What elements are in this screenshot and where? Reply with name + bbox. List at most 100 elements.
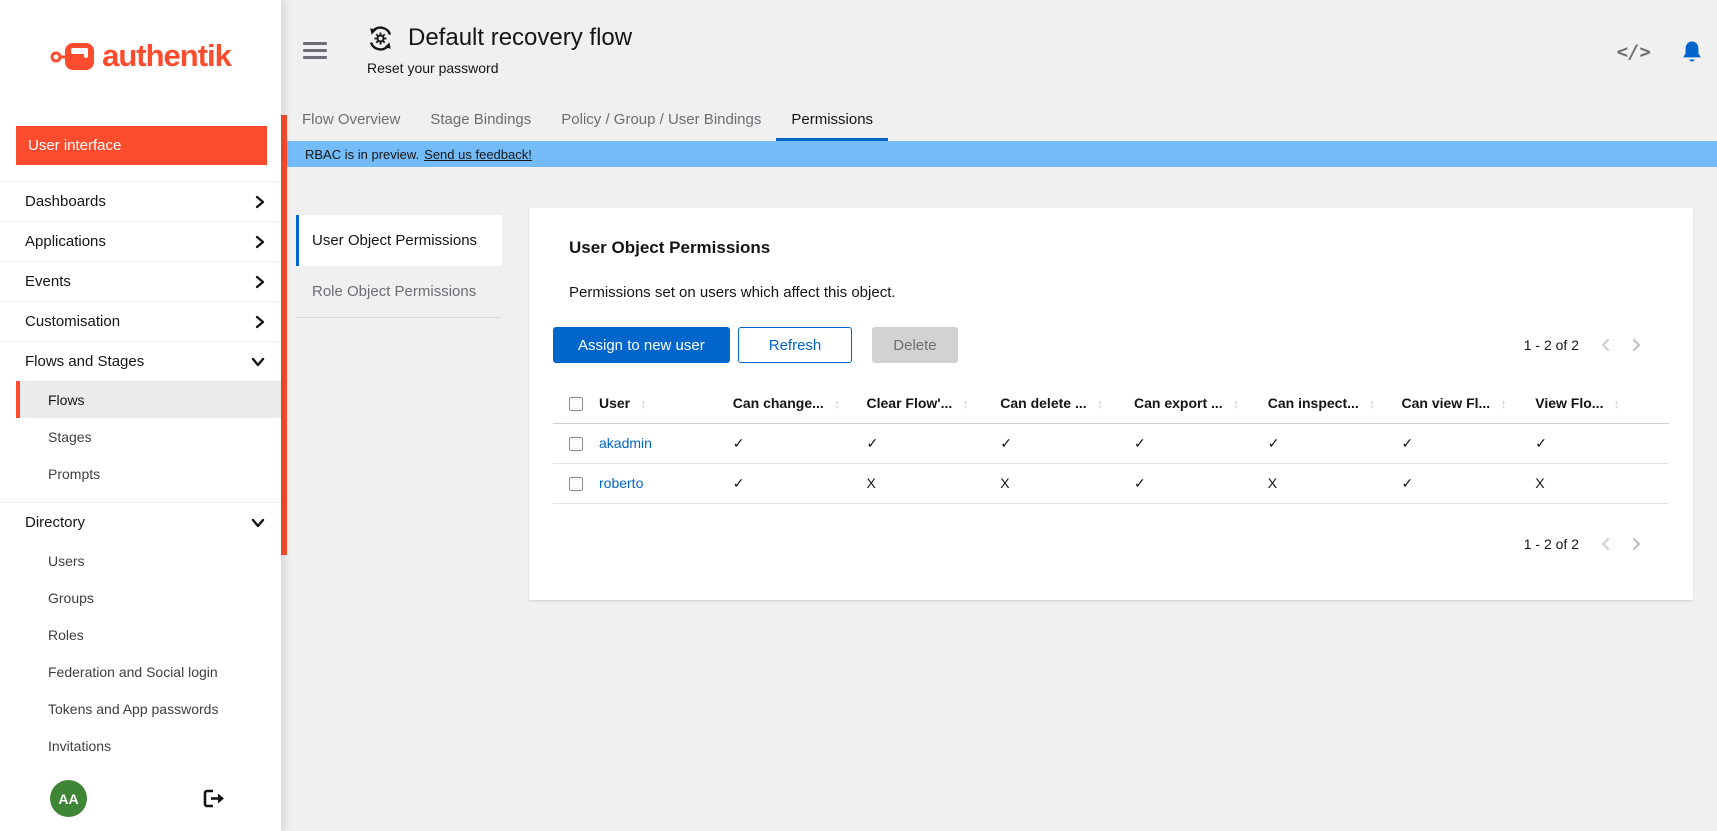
column-header-can-change: Can change...↕ [733,383,867,423]
sidebar-item-stages[interactable]: Stages [0,418,281,455]
pagination-bottom-wrap: 1 - 2 of 2 [553,536,1669,552]
sidebar-user-row: AA [0,780,281,831]
sidebar-item-tokens-app-passwords[interactable]: Tokens and App passwords [0,690,281,727]
sidebar-item-label: Directory [25,514,85,531]
chevron-right-icon [255,275,265,289]
hamburger-menu-button[interactable] [303,42,327,63]
pagination-bottom: 1 - 2 of 2 [1524,536,1669,552]
subtab-role-object-permissions[interactable]: Role Object Permissions [296,266,502,318]
refresh-button[interactable]: Refresh [738,327,853,363]
delete-button[interactable]: Delete [872,327,957,363]
sort-icon[interactable]: ↕ [1369,396,1376,411]
card-description: Permissions set on users which affect th… [569,284,1669,301]
sidebar-item-applications[interactable]: Applications [0,221,281,261]
code-icon: </> [1617,41,1651,63]
user-link[interactable]: roberto [599,475,643,491]
sidebar: authentik User interface Dashboards Appl… [0,0,281,831]
user-object-permissions-card: User Object Permissions Permissions set … [529,208,1693,600]
bell-icon [1681,40,1703,65]
tab-policy-group-user-bindings[interactable]: Policy / Group / User Bindings [546,100,776,141]
chevron-left-icon [1601,537,1610,551]
select-all-checkbox[interactable] [569,397,583,411]
authentik-logo: authentik [0,0,281,112]
pagination-prev-button[interactable] [1601,338,1610,352]
sort-icon[interactable]: ↕ [962,396,969,411]
masthead-icons: </> [1617,40,1703,65]
feedback-link[interactable]: Send us feedback! [424,147,532,162]
assign-to-new-user-button[interactable]: Assign to new user [553,327,730,363]
row-checkbox[interactable] [569,437,583,451]
sidebar-item-invitations[interactable]: Invitations [0,727,281,764]
permission-cell: ✓ [733,463,867,503]
pagination-prev-button[interactable] [1601,537,1610,551]
chevron-right-icon [255,195,265,209]
pagination-next-button[interactable] [1632,537,1641,551]
banner-text: RBAC is in preview. [305,147,419,162]
authentik-key-icon [50,38,96,74]
pagination-label: 1 - 2 of 2 [1524,536,1579,552]
user-link[interactable]: akadmin [599,435,652,451]
sidebar-item-label: Dashboards [25,193,106,210]
page-title-block: Default recovery flow Reset your passwor… [367,24,632,76]
notifications-button[interactable] [1681,40,1703,65]
permission-cell: ✓ [1134,463,1268,503]
row-checkbox[interactable] [569,477,583,491]
column-header-can-inspect: Can inspect...↕ [1268,383,1402,423]
column-header-can-view: Can view Fl...↕ [1402,383,1536,423]
user-interface-button[interactable]: User interface [16,126,267,165]
tab-permissions[interactable]: Permissions [776,100,888,141]
sort-icon[interactable]: ↕ [640,396,647,411]
table-row: roberto ✓ X X ✓ X ✓ X [553,463,1669,503]
pagination-next-button[interactable] [1632,338,1641,352]
chevron-left-icon [1601,338,1610,352]
sidebar-nav: Dashboards Applications Events Customisa… [0,181,281,780]
permission-cell: ✓ [1000,423,1134,463]
sidebar-item-federation-social-login[interactable]: Federation and Social login [0,653,281,690]
permission-cell: ✓ [1402,463,1536,503]
sidebar-item-events[interactable]: Events [0,261,281,301]
chevron-down-icon [251,357,265,367]
tab-stage-bindings[interactable]: Stage Bindings [415,100,546,141]
chevron-right-icon [1632,338,1641,352]
sidebar-item-prompts[interactable]: Prompts [0,455,281,492]
sidebar-item-groups[interactable]: Groups [0,579,281,616]
column-header-clear-flow: Clear Flow'...↕ [867,383,1001,423]
sidebar-item-roles[interactable]: Roles [0,616,281,653]
sidebar-item-flows[interactable]: Flows [16,381,281,418]
pagination-top: 1 - 2 of 2 [1524,337,1669,353]
sidebar-item-directory[interactable]: Directory [0,502,281,542]
card-heading: User Object Permissions [569,238,1669,258]
flow-icon [367,25,394,52]
chevron-right-icon [255,315,265,329]
sort-icon[interactable]: ↕ [1613,396,1620,411]
column-header-can-export: Can export ...↕ [1134,383,1268,423]
tab-flow-overview[interactable]: Flow Overview [287,100,415,141]
sort-icon[interactable]: ↕ [1097,396,1104,411]
sidebar-item-dashboards[interactable]: Dashboards [0,181,281,221]
chevron-right-icon [1632,537,1641,551]
tabs-bar: Flow Overview Stage Bindings Policy / Gr… [281,100,1717,141]
logout-button[interactable] [203,789,225,808]
subtab-user-object-permissions[interactable]: User Object Permissions [296,215,502,266]
sort-icon[interactable]: ↕ [834,396,841,411]
permissions-table: User↕ Can change...↕ Clear Flow'...↕ Can… [553,383,1669,504]
sidebar-item-label: Applications [25,233,106,250]
sort-icon[interactable]: ↕ [1233,396,1240,411]
api-drawer-button[interactable]: </> [1617,52,1651,54]
pagination-label: 1 - 2 of 2 [1524,337,1579,353]
sidebar-item-users[interactable]: Users [0,542,281,579]
permission-cell: X [867,463,1001,503]
main-area: Default recovery flow Reset your passwor… [281,0,1717,831]
permission-cell: ✓ [867,423,1001,463]
page-subtitle: Reset your password [367,60,632,76]
logo-text: authentik [102,38,231,74]
sort-icon[interactable]: ↕ [1500,396,1507,411]
sign-out-icon [203,789,225,808]
permission-cell: ✓ [1134,423,1268,463]
sidebar-item-customisation[interactable]: Customisation [0,301,281,341]
sidebar-item-flows-and-stages[interactable]: Flows and Stages [0,341,281,381]
permission-cell: ✓ [1402,423,1536,463]
toolbar: Assign to new user Refresh Delete 1 - 2 … [553,327,1669,363]
masthead: Default recovery flow Reset your passwor… [281,0,1717,100]
avatar[interactable]: AA [50,780,87,817]
